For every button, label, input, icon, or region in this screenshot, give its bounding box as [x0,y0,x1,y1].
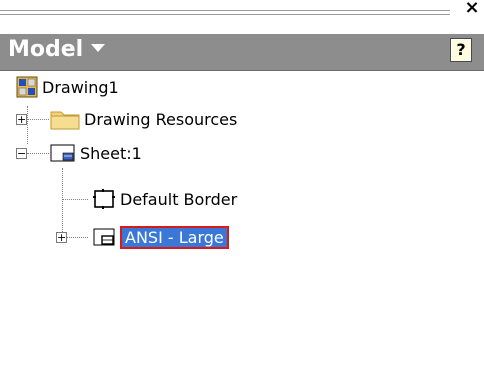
tree-connector [62,199,88,200]
panel-header: Model ? [0,34,484,71]
tree-item-label: Sheet:1 [80,143,142,163]
panel-title: Model [8,37,84,62]
tree-connector [62,168,63,240]
collapse-icon[interactable]: − [16,148,27,159]
tree-connector [27,106,28,144]
tree-item-default-border[interactable]: Default Border [92,186,237,212]
tree-connector [27,153,49,154]
tree-item-label: Default Border [120,189,238,209]
border-icon [92,188,116,210]
help-icon[interactable]: ? [450,38,472,62]
tree-item-label: Drawing Resources [84,109,238,129]
tree-item-ansi-large[interactable]: ANSI - Large [92,224,229,250]
tree-connector [27,119,49,120]
tree-item-sheet1[interactable]: Sheet:1 [50,140,142,166]
model-tree: Drawing1 + Drawing Resources − Sheet:1 D… [0,72,484,379]
title-block-icon [92,226,116,248]
folder-icon [50,108,80,130]
grip-line [0,10,450,11]
tree-item-drawing-resources[interactable]: Drawing Resources [50,106,237,132]
drawing-icon [16,76,38,98]
sheet-icon [50,142,76,164]
window-grip: × [0,0,484,34]
grip-line [0,14,450,15]
expand-icon[interactable]: + [16,114,27,125]
dropdown-arrow-icon [91,44,106,52]
tree-item-label-selected: ANSI - Large [120,225,229,249]
tree-item-label: Drawing1 [42,77,119,97]
close-icon[interactable]: × [462,0,482,18]
model-dropdown[interactable]: Model [8,37,106,62]
tree-item-drawing1[interactable]: Drawing1 [16,74,119,100]
expand-icon[interactable]: + [56,232,67,243]
